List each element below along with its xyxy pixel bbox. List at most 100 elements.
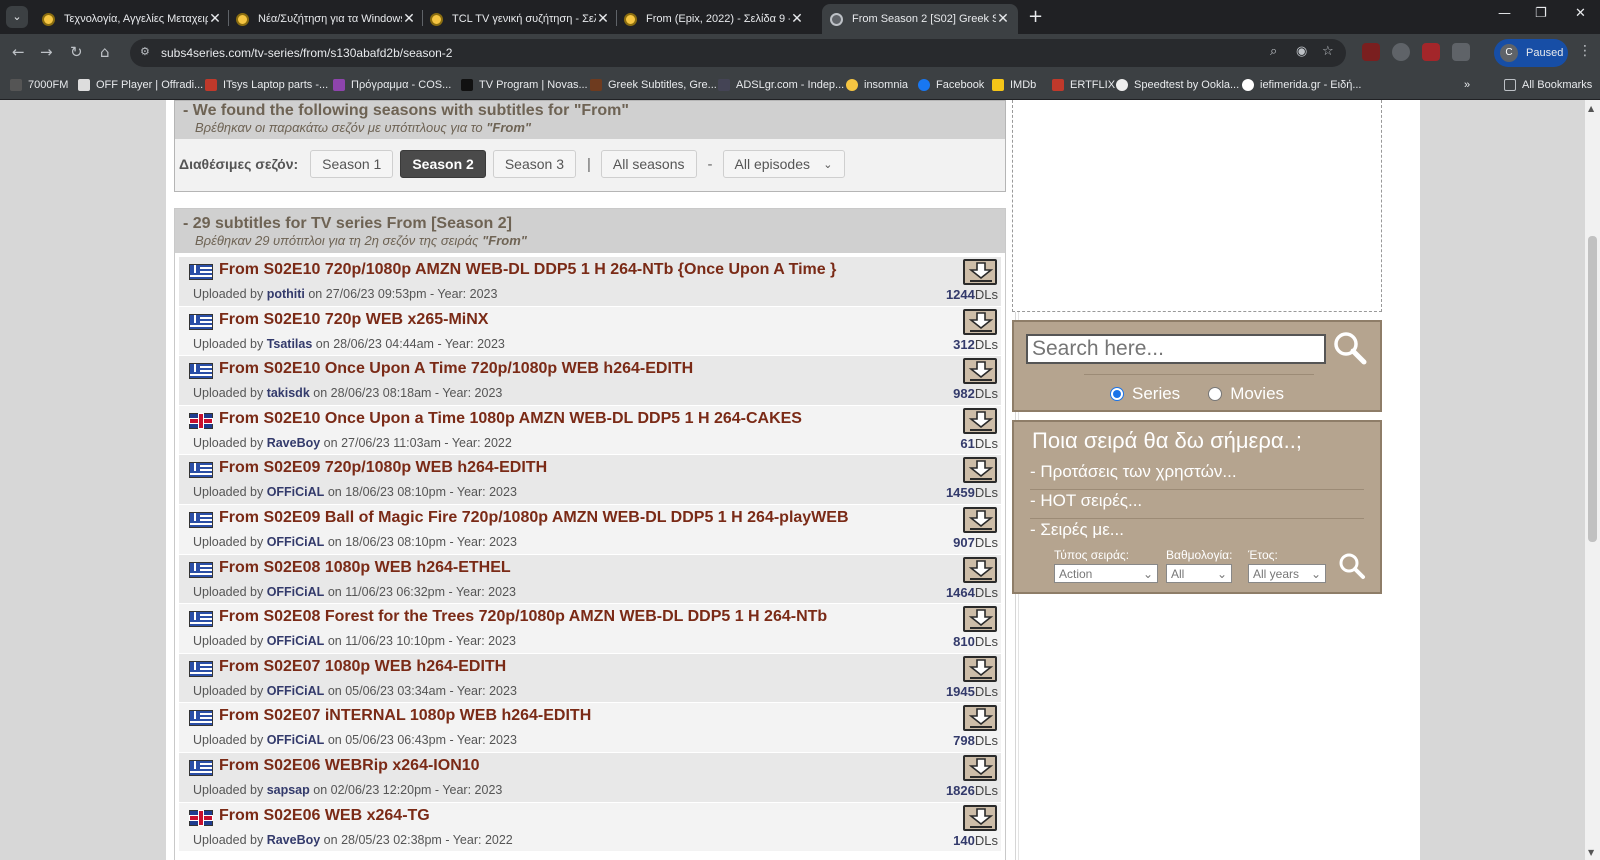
user-suggestions-link[interactable]: - Προτάσεις των χρηστών...: [1030, 462, 1364, 490]
year-filter-select[interactable]: All years ⌄: [1248, 564, 1326, 583]
type-filter-select[interactable]: Action ⌄: [1054, 564, 1158, 583]
forward-icon[interactable]: →: [40, 43, 53, 61]
restore-icon[interactable]: ❐: [1535, 6, 1547, 21]
scroll-up-icon[interactable]: ▲: [1588, 104, 1594, 113]
download-icon[interactable]: [963, 556, 997, 583]
scrollbar-thumb[interactable]: [1588, 236, 1597, 542]
site-info-icon[interactable]: ⚙: [140, 45, 154, 59]
tab-close-icon[interactable]: ✕: [790, 11, 804, 27]
bookmark-1[interactable]: OFF Player | Offradi...: [78, 79, 203, 91]
tab-close-icon[interactable]: ✕: [402, 11, 416, 27]
minimize-icon[interactable]: —: [1498, 6, 1511, 21]
bookmarks-overflow-icon[interactable]: »: [1464, 79, 1470, 91]
menu-kebab-icon[interactable]: ⋮: [1578, 43, 1592, 59]
subtitle-title-link[interactable]: From S02E10 Once Upon a Time 1080p AMZN …: [219, 410, 802, 428]
subtitle-title-link[interactable]: From S02E09 Ball of Magic Fire 720p/1080…: [219, 509, 849, 527]
bookmark-12[interactable]: iefimerida.gr - Ειδή...: [1242, 79, 1362, 91]
series-with-link[interactable]: - Σειρές με...: [1030, 520, 1364, 548]
profile-button[interactable]: C Paused: [1494, 39, 1568, 67]
bookmark-11[interactable]: Speedtest by Ookla...: [1116, 79, 1239, 91]
tab-1[interactable]: Νέα/Συζήτηση για τα Windows ... ✕: [228, 4, 424, 34]
movies-radio[interactable]: [1208, 387, 1223, 401]
tab-search-icon[interactable]: ⌄: [6, 6, 28, 28]
bookmark-star-icon[interactable]: ☆: [1322, 44, 1334, 59]
tracking-icon[interactable]: ◉: [1296, 44, 1307, 59]
bookmark-6[interactable]: ADSLgr.com - Indep...: [718, 79, 844, 91]
extension-icon[interactable]: [1362, 43, 1380, 61]
uploader-link[interactable]: OFFiCiAL: [267, 684, 325, 698]
subtitle-title-link[interactable]: From S02E07 1080p WEB h264-EDITH: [219, 658, 506, 676]
all-bookmarks[interactable]: All Bookmarks: [1504, 79, 1592, 91]
uploader-link[interactable]: OFFiCiAL: [267, 485, 325, 499]
uploader-link[interactable]: pothiti: [267, 287, 305, 301]
subtitle-title-link[interactable]: From S02E10 720p/1080p AMZN WEB-DL DDP5 …: [219, 261, 836, 279]
download-icon[interactable]: [963, 259, 997, 285]
home-icon[interactable]: ⌂: [100, 43, 110, 61]
uploader-link[interactable]: OFFiCiAL: [267, 634, 325, 648]
search-icon[interactable]: [1332, 330, 1368, 371]
movies-radio-label[interactable]: Movies: [1230, 384, 1284, 404]
bookmark-10[interactable]: ERTFLIX: [1052, 79, 1115, 91]
search-input[interactable]: [1026, 334, 1326, 364]
season-2-button[interactable]: Season 2: [400, 150, 486, 178]
season-3-button[interactable]: Season 3: [492, 150, 576, 178]
bookmark-2[interactable]: ITsys Laptop parts -...: [205, 79, 328, 91]
bookmark-5[interactable]: Greek Subtitles, Gre...: [590, 79, 717, 91]
series-radio-label[interactable]: Series: [1132, 384, 1180, 404]
back-icon[interactable]: ←: [12, 43, 25, 61]
uploader-link[interactable]: OFFiCiAL: [267, 585, 325, 599]
tab-close-icon[interactable]: ✕: [996, 11, 1010, 27]
tab-close-icon[interactable]: ✕: [596, 11, 610, 27]
reload-icon[interactable]: ↻: [70, 43, 83, 61]
download-icon[interactable]: [963, 506, 997, 533]
zoom-icon[interactable]: ⌕: [1270, 44, 1277, 59]
uploader-link[interactable]: takisdk: [267, 386, 310, 400]
uploader-link[interactable]: sapsap: [267, 783, 310, 797]
shield-extension-icon[interactable]: [1392, 43, 1410, 61]
subtitle-title-link[interactable]: From S02E06 WEB x264-TG: [219, 807, 430, 825]
subtitle-title-link[interactable]: From S02E10 720p WEB x265-MiNX: [219, 311, 488, 329]
episodes-select[interactable]: All episodes ⌄: [722, 150, 845, 178]
download-icon[interactable]: [963, 606, 997, 633]
tab-0[interactable]: Τεχνολογία, Αγγελίες Μεταχειρ... ✕: [34, 4, 230, 34]
download-icon[interactable]: [963, 308, 997, 335]
uploader-link[interactable]: OFFiCiAL: [267, 733, 325, 747]
download-icon[interactable]: [963, 358, 997, 385]
bookmark-4[interactable]: TV Program | Novas...: [461, 79, 588, 91]
download-icon[interactable]: [963, 754, 997, 781]
window-close-icon[interactable]: ✕: [1575, 6, 1586, 21]
adblock-extension-icon[interactable]: [1422, 43, 1440, 61]
new-tab-icon[interactable]: +: [1028, 6, 1043, 27]
uploader-link[interactable]: RaveBoy: [267, 436, 321, 450]
download-icon[interactable]: [963, 655, 997, 682]
tab-3[interactable]: From (Epix, 2022) - Σελίδα 9 - T... ✕: [616, 4, 812, 34]
rating-filter-select[interactable]: All ⌄: [1166, 564, 1232, 583]
uploader-link[interactable]: RaveBoy: [267, 833, 321, 847]
subtitle-title-link[interactable]: From S02E09 720p/1080p WEB h264-EDITH: [219, 459, 547, 477]
address-bar[interactable]: ⚙ subs4series.com/tv-series/from/s130aba…: [130, 39, 1346, 67]
download-icon[interactable]: [963, 705, 997, 732]
series-radio[interactable]: [1110, 387, 1124, 401]
tab-4-active[interactable]: From Season 2 [S02] Greek Sub... ✕: [822, 4, 1018, 34]
download-icon[interactable]: [963, 457, 997, 484]
subtitle-title-link[interactable]: From S02E08 Forest for the Trees 720p/10…: [219, 608, 827, 626]
season-1-button[interactable]: Season 1: [310, 150, 394, 178]
url-text[interactable]: subs4series.com/tv-series/from/s130abafd…: [161, 46, 452, 60]
uploader-link[interactable]: OFFiCiAL: [267, 535, 325, 549]
download-icon[interactable]: [963, 407, 997, 434]
scroll-down-icon[interactable]: ▼: [1588, 848, 1594, 857]
hot-series-link[interactable]: - HOT σειρές...: [1030, 491, 1364, 519]
bookmark-3[interactable]: Πρόγραμμα - COS...: [333, 79, 451, 91]
tab-close-icon[interactable]: ✕: [208, 11, 222, 27]
tab-2[interactable]: TCL TV γενική συζήτηση - Σελίδ... ✕: [422, 4, 618, 34]
bookmark-0[interactable]: 7000FM: [10, 79, 68, 91]
bookmark-7[interactable]: insomnia: [846, 79, 908, 91]
filter-search-icon[interactable]: [1338, 552, 1366, 585]
all-seasons-button[interactable]: All seasons: [600, 150, 697, 178]
uploader-link[interactable]: Tsatilas: [267, 337, 313, 351]
bookmark-9[interactable]: IMDb: [992, 79, 1036, 91]
puzzle-extensions-icon[interactable]: [1452, 43, 1470, 61]
bookmark-8[interactable]: Facebook: [918, 79, 984, 91]
subtitle-title-link[interactable]: From S02E07 iNTERNAL 1080p WEB h264-EDIT…: [219, 707, 591, 725]
subtitle-title-link[interactable]: From S02E06 WEBRip x264-ION10: [219, 757, 480, 775]
